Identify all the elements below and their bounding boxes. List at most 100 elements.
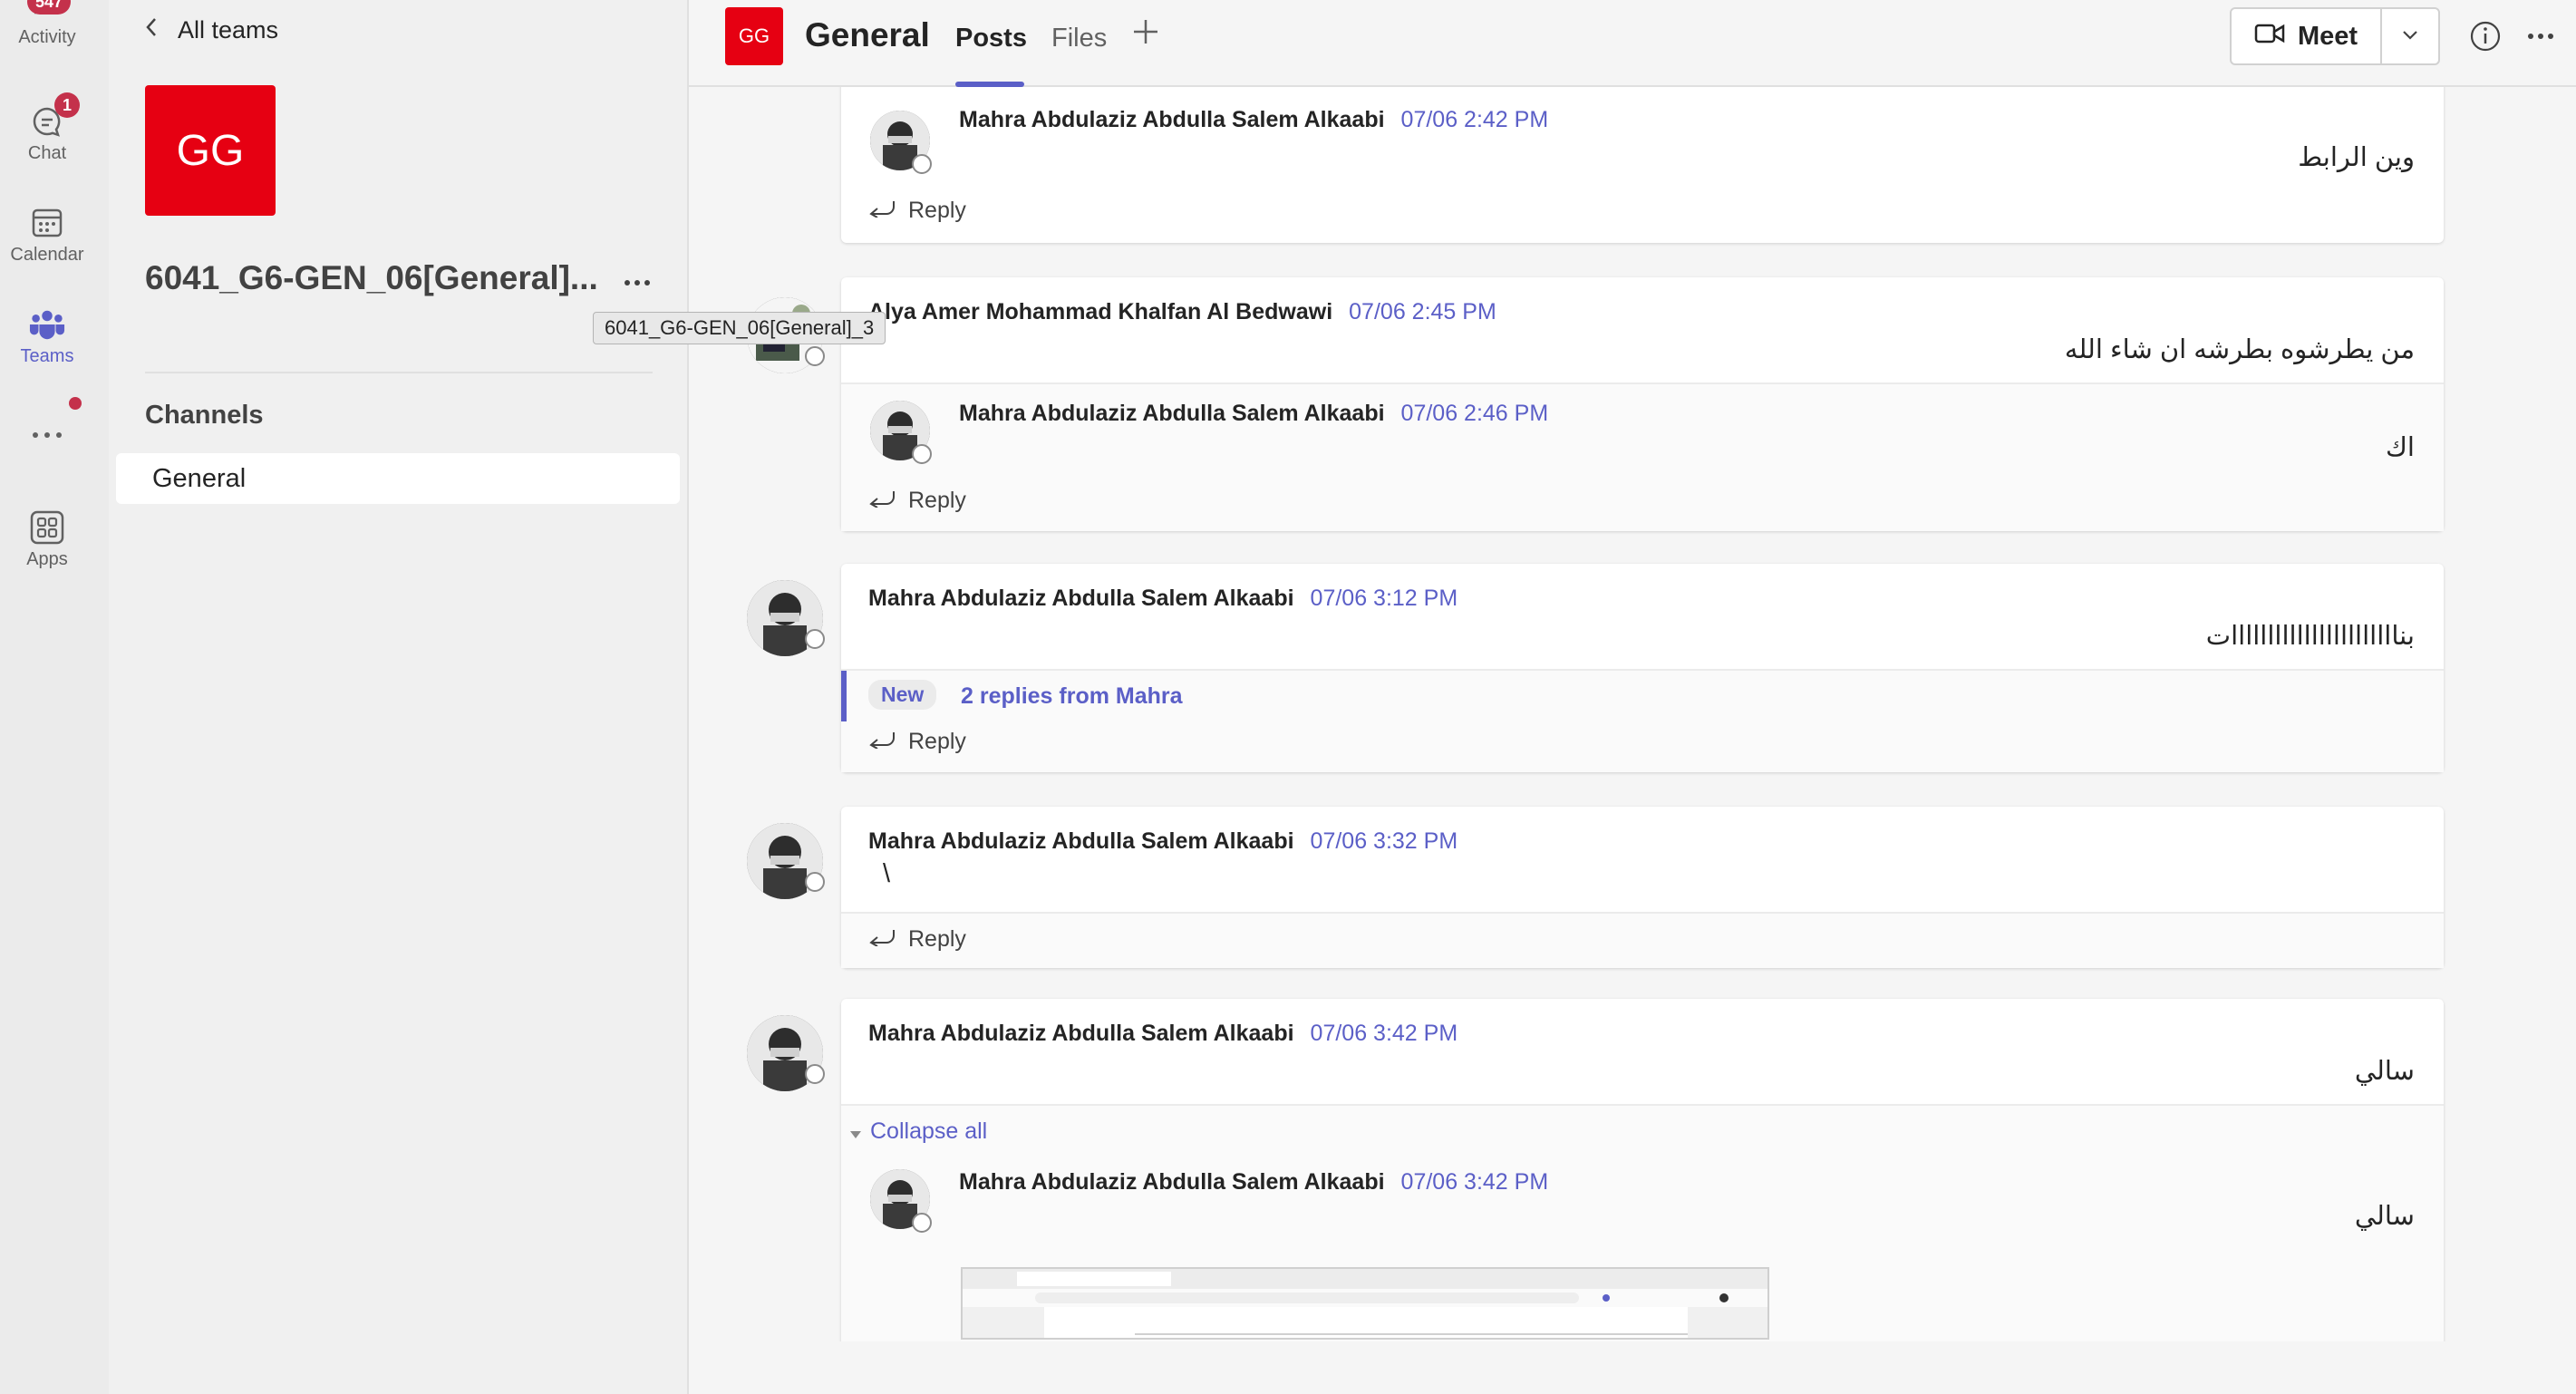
channel-header: GG General Posts Files Meet (689, 0, 2576, 87)
rail-label-calendar: Calendar (10, 245, 84, 265)
message-body: سالي (2354, 1202, 2415, 1231)
post-card: Mahra Abdulaziz Abdulla Salem Alkaabi 07/… (841, 87, 2444, 243)
message-header: Mahra Abdulaziz Abdulla Salem Alkaabi 07/… (868, 828, 1457, 855)
reply-summary: New 2 replies from Mahra Reply (841, 669, 2444, 772)
new-badge: New (868, 680, 937, 710)
message-time[interactable]: 07/06 2:46 PM (1401, 401, 1549, 426)
channel-avatar: GG (725, 7, 783, 65)
new-replies-indicator (841, 671, 847, 721)
team-more-options-icon[interactable] (624, 263, 651, 294)
message-author: Mahra Abdulaziz Abdulla Salem Alkaabi (959, 1169, 1385, 1195)
meet-button[interactable]: Meet (2232, 9, 2382, 63)
more-horizontal-icon (29, 417, 65, 453)
posts-feed: Mahra Abdulaziz Abdulla Salem Alkaabi 07/… (689, 87, 2576, 1341)
message-header: Mahra Abdulaziz Abdulla Salem Alkaabi 07/… (959, 401, 1548, 427)
team-name-tooltip: 6041_G6-GEN_06[General]_3 (593, 312, 886, 344)
message-header: Mahra Abdulaziz Abdulla Salem Alkaabi 07/… (868, 1021, 1457, 1047)
message-time[interactable]: 07/06 2:45 PM (1349, 299, 1496, 324)
reply-label: Reply (908, 198, 966, 223)
rail-calendar[interactable]: Calendar (0, 205, 94, 266)
message-time[interactable]: 07/06 3:12 PM (1311, 586, 1458, 611)
post-card: Mahra Abdulaziz Abdulla Salem Alkaabi 07/… (841, 807, 2444, 968)
post-card: Mahra Abdulaziz Abdulla Salem Alkaabi 07/… (841, 564, 2444, 772)
rail-label-chat: Chat (27, 143, 67, 163)
team-name[interactable]: 6041_G6-GEN_06[General]... (145, 259, 616, 297)
post-card: Mahra Abdulaziz Abdulla Salem Alkaabi 07/… (841, 999, 2444, 1341)
message-body: \ (883, 859, 891, 888)
message-time[interactable]: 07/06 3:42 PM (1401, 1169, 1549, 1195)
calendar-icon (29, 205, 65, 241)
app-rail: 547 Activity 1 Chat Calendar Teams Apps (0, 0, 109, 1394)
team-panel: All teams GG 6041_G6-GEN_06[General]... … (109, 0, 689, 1394)
info-icon[interactable] (2469, 20, 2502, 57)
message-body: اك (2386, 433, 2415, 462)
replies-link[interactable]: 2 replies from Mahra (961, 683, 1183, 710)
rail-teams[interactable]: Teams (0, 306, 94, 367)
meet-split-button: Meet (2230, 7, 2440, 65)
presence-icon (912, 444, 932, 464)
all-teams-label: All teams (178, 16, 279, 44)
message-time[interactable]: 07/06 2:42 PM (1401, 107, 1549, 132)
message-author: Mahra Abdulaziz Abdulla Salem Alkaabi (959, 107, 1385, 132)
channels-heading: Channels (145, 401, 264, 430)
message-author: Mahra Abdulaziz Abdulla Salem Alkaabi (868, 828, 1294, 854)
presence-icon (805, 629, 825, 649)
reply-button[interactable]: Reply (868, 488, 966, 514)
add-tab-plus-icon[interactable] (1131, 15, 1160, 55)
collapse-all-button[interactable]: Collapse all (850, 1118, 987, 1145)
message-header: Mahra Abdulaziz Abdulla Salem Alkaabi 07/… (959, 107, 1548, 133)
activity-badge: 547 (27, 0, 72, 15)
reply-thread: Collapse all Mahra Abdulaziz Abdulla Sal… (841, 1104, 2444, 1341)
chevron-down-icon (2401, 28, 2419, 44)
reply-label: Reply (908, 488, 966, 513)
reply-arrow-icon (868, 926, 896, 953)
meet-label: Meet (2297, 21, 2358, 51)
rail-label-apps: Apps (26, 549, 68, 569)
presence-icon (912, 154, 932, 174)
divider (145, 372, 653, 373)
message-header: Mahra Abdulaziz Abdulla Salem Alkaabi 07/… (959, 1169, 1548, 1196)
message-author: Alya Amer Mohammad Khalfan Al Bedwawi (868, 299, 1333, 324)
message-header: Alya Amer Mohammad Khalfan Al Bedwawi 07/… (868, 299, 1496, 325)
tab-files[interactable]: Files (1051, 24, 1107, 53)
reply-button[interactable]: Reply (868, 926, 966, 953)
reply-arrow-icon (868, 729, 896, 755)
team-avatar: GG (145, 85, 276, 216)
reply-arrow-icon (868, 198, 896, 224)
reply-button[interactable]: Reply (868, 729, 966, 755)
teams-icon (29, 306, 65, 343)
channel-title: General (805, 16, 930, 53)
reply-button[interactable]: Reply (868, 198, 966, 224)
video-camera-icon (2254, 22, 2285, 52)
presence-icon (805, 872, 825, 892)
bell-icon: 547 (27, 0, 72, 24)
message-author: Mahra Abdulaziz Abdulla Salem Alkaabi (959, 401, 1385, 426)
message-body: بنااااااااااااااااااااااات (2205, 622, 2415, 651)
apps-icon (29, 509, 65, 546)
triangle-down-icon (850, 1118, 861, 1145)
meet-dropdown[interactable] (2382, 9, 2438, 63)
tab-posts[interactable]: Posts (955, 24, 1027, 53)
rail-label-activity: Activity (18, 27, 76, 47)
active-tab-indicator (955, 82, 1024, 87)
reply-thread: Mahra Abdulaziz Abdulla Salem Alkaabi 07/… (841, 382, 2444, 531)
message-header: Mahra Abdulaziz Abdulla Salem Alkaabi 07/… (868, 586, 1457, 612)
attached-screenshot-image[interactable] (961, 1267, 1769, 1340)
collapse-all-label: Collapse all (870, 1118, 988, 1144)
message-time[interactable]: 07/06 3:42 PM (1311, 1021, 1458, 1046)
rail-chat[interactable]: 1 Chat (0, 92, 94, 164)
rail-apps[interactable]: Apps (0, 509, 94, 570)
post-card: Alya Amer Mohammad Khalfan Al Bedwawi 07/… (841, 277, 2444, 531)
header-more-options-icon[interactable] (2527, 16, 2554, 47)
all-teams-back[interactable]: All teams (145, 16, 278, 44)
channel-main: GG General Posts Files Meet Mahra Abdula… (689, 0, 2576, 1394)
message-time[interactable]: 07/06 3:32 PM (1311, 828, 1458, 854)
channel-item-general[interactable]: General (116, 453, 680, 504)
rail-activity[interactable]: 547 Activity (0, 0, 94, 48)
reply-label: Reply (908, 926, 966, 952)
chat-icon: 1 (29, 92, 81, 140)
presence-icon (805, 1064, 825, 1084)
message-body: من يطرشوه بطرشه ان شاء الله (2064, 335, 2415, 364)
presence-icon (805, 346, 825, 366)
rail-more[interactable] (0, 397, 94, 453)
